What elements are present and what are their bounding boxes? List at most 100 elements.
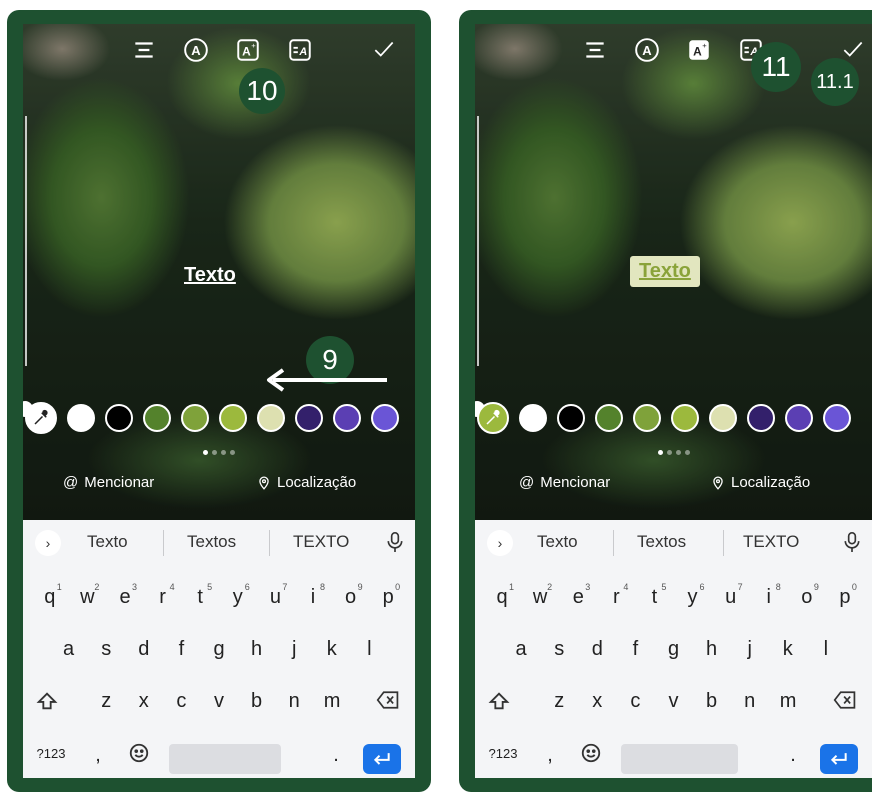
text-size-slider[interactable] — [475, 116, 485, 417]
text-animation-icon[interactable]: A — [284, 34, 316, 66]
space-bar[interactable] — [169, 744, 281, 774]
key-z[interactable]: z — [551, 690, 567, 713]
location-button[interactable]: Localização — [711, 474, 810, 491]
suggestion[interactable]: TEXTO — [293, 532, 349, 552]
key-q[interactable]: q1 — [42, 582, 62, 609]
shift-icon[interactable] — [487, 690, 511, 718]
canvas-text[interactable]: Texto — [630, 256, 700, 287]
text-effects-icon[interactable]: A + — [232, 34, 264, 66]
key-k[interactable]: k — [324, 638, 340, 661]
key-u[interactable]: u7 — [723, 582, 743, 609]
shift-icon[interactable] — [35, 690, 59, 718]
key-i[interactable]: i8 — [305, 582, 325, 609]
color-swatch[interactable] — [595, 404, 623, 432]
key-l[interactable]: l — [361, 638, 377, 661]
color-swatch[interactable] — [785, 404, 813, 432]
eyedropper-icon[interactable] — [477, 402, 509, 434]
key-u[interactable]: u7 — [267, 582, 288, 609]
key-g[interactable]: g — [666, 638, 682, 661]
text-effects-icon[interactable]: A + — [683, 34, 715, 66]
key-p[interactable]: p0 — [837, 582, 857, 609]
color-swatch[interactable] — [557, 404, 585, 432]
backspace-icon[interactable] — [375, 690, 401, 716]
color-swatch[interactable] — [219, 404, 247, 432]
key-f[interactable]: f — [627, 638, 643, 661]
key-comma[interactable]: , — [545, 744, 555, 767]
key-n[interactable]: n — [286, 690, 302, 713]
font-style-icon[interactable]: A — [631, 34, 663, 66]
key-x[interactable]: x — [136, 690, 152, 713]
key-q[interactable]: q1 — [494, 582, 514, 609]
location-button[interactable]: Localização — [257, 474, 356, 491]
key-s[interactable]: s — [551, 638, 567, 661]
align-center-icon[interactable] — [128, 34, 160, 66]
key-v[interactable]: v — [666, 690, 682, 713]
suggestion[interactable]: TEXTO — [743, 532, 799, 552]
key-f[interactable]: f — [173, 638, 189, 661]
color-swatch[interactable] — [633, 404, 661, 432]
color-swatch[interactable] — [105, 404, 133, 432]
symbols-key[interactable]: ?123 — [33, 746, 69, 761]
color-swatch[interactable] — [747, 404, 775, 432]
suggestion[interactable]: Texto — [537, 532, 578, 552]
key-d[interactable]: d — [589, 638, 605, 661]
key-c[interactable]: c — [627, 690, 643, 713]
key-y[interactable]: y6 — [685, 582, 705, 609]
color-swatch[interactable] — [671, 404, 699, 432]
key-t[interactable]: t5 — [192, 582, 212, 609]
text-size-slider[interactable] — [23, 116, 33, 417]
enter-icon[interactable] — [363, 744, 401, 774]
key-y[interactable]: y6 — [230, 582, 250, 609]
key-k[interactable]: k — [780, 638, 796, 661]
checkmark-icon[interactable] — [371, 36, 397, 67]
key-w[interactable]: w2 — [79, 582, 99, 609]
key-period[interactable]: . — [788, 744, 798, 767]
color-swatch[interactable] — [371, 404, 399, 432]
key-p[interactable]: p0 — [380, 582, 401, 609]
mention-button[interactable]: @ Mencionar — [519, 474, 610, 491]
color-swatch[interactable] — [143, 404, 171, 432]
key-l[interactable]: l — [818, 638, 834, 661]
key-j[interactable]: j — [742, 638, 758, 661]
key-d[interactable]: d — [136, 638, 152, 661]
align-center-icon[interactable] — [579, 34, 611, 66]
key-o[interactable]: o9 — [799, 582, 819, 609]
canvas-text[interactable]: Texto — [184, 264, 236, 287]
color-swatch[interactable] — [709, 404, 737, 432]
color-swatch[interactable] — [519, 404, 547, 432]
chevron-right-icon[interactable]: › — [35, 530, 61, 556]
font-style-icon[interactable]: A — [180, 34, 212, 66]
suggestion[interactable]: Textos — [637, 532, 686, 552]
color-swatch[interactable] — [823, 404, 851, 432]
key-t[interactable]: t5 — [646, 582, 667, 609]
emoji-icon[interactable] — [127, 742, 151, 770]
key-i[interactable]: i8 — [761, 582, 781, 609]
chevron-right-icon[interactable]: › — [487, 530, 513, 556]
key-e[interactable]: e3 — [117, 582, 137, 609]
key-comma[interactable]: , — [93, 744, 103, 767]
key-n[interactable]: n — [742, 690, 758, 713]
key-m[interactable]: m — [780, 690, 797, 713]
key-g[interactable]: g — [211, 638, 227, 661]
key-b[interactable]: b — [704, 690, 720, 713]
color-swatch[interactable] — [333, 404, 361, 432]
key-h[interactable]: h — [249, 638, 265, 661]
key-s[interactable]: s — [98, 638, 114, 661]
key-v[interactable]: v — [211, 690, 227, 713]
key-a[interactable]: a — [61, 638, 77, 661]
key-e[interactable]: e3 — [570, 582, 591, 609]
key-c[interactable]: c — [173, 690, 189, 713]
key-h[interactable]: h — [704, 638, 720, 661]
space-bar[interactable] — [621, 744, 738, 774]
enter-icon[interactable] — [820, 744, 858, 774]
key-x[interactable]: x — [589, 690, 605, 713]
microphone-icon[interactable] — [385, 530, 405, 559]
color-swatch[interactable] — [67, 404, 95, 432]
key-w[interactable]: w2 — [532, 582, 552, 609]
key-b[interactable]: b — [249, 690, 265, 713]
key-period[interactable]: . — [331, 744, 341, 767]
suggestion[interactable]: Textos — [187, 532, 236, 552]
key-z[interactable]: z — [98, 690, 114, 713]
microphone-icon[interactable] — [842, 530, 862, 559]
backspace-icon[interactable] — [832, 690, 858, 716]
